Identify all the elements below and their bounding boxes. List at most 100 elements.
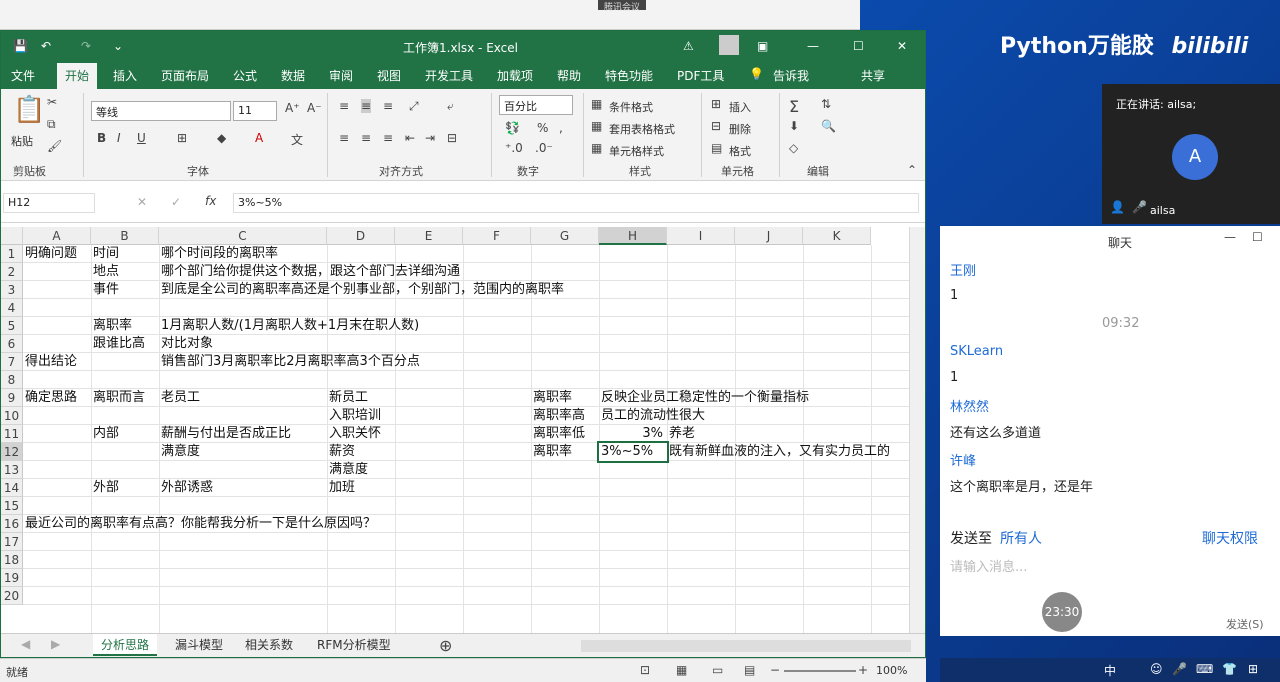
keyboard-icon[interactable]: ⌨ xyxy=(1196,662,1213,676)
conditional-format-button[interactable]: 条件格式 xyxy=(609,99,653,115)
send-button[interactable]: 发送(S) xyxy=(1226,616,1264,632)
cell-G12[interactable]: 离职率 xyxy=(531,443,572,461)
merge-icon[interactable]: ⊟ xyxy=(447,131,457,145)
font-color-icon[interactable]: A xyxy=(255,131,263,145)
copy-icon[interactable]: ⧉ xyxy=(47,117,56,132)
align-bottom-icon[interactable]: ≡ xyxy=(383,99,393,113)
column-header-G[interactable]: G xyxy=(531,227,599,245)
column-header-D[interactable]: D xyxy=(327,227,395,245)
ime-indicator[interactable]: 中 xyxy=(1104,662,1116,679)
decrease-decimal-icon[interactable]: .0⁻ xyxy=(535,141,553,155)
border-icon[interactable]: ⊞ xyxy=(177,131,187,145)
send-to-select[interactable]: 所有人 xyxy=(1000,528,1042,548)
page-break-view-icon[interactable]: ▤ xyxy=(744,663,755,677)
align-top-icon[interactable]: ≡ xyxy=(339,99,349,113)
zoom-in-icon[interactable]: + xyxy=(858,663,868,677)
column-header-K[interactable]: K xyxy=(803,227,871,245)
cell-C9[interactable]: 老员工 xyxy=(159,389,200,407)
row-header-17[interactable]: 17 xyxy=(1,533,23,551)
delete-cells-button[interactable]: 删除 xyxy=(729,121,751,137)
meeting-tab[interactable]: 腾讯会议 xyxy=(598,0,647,13)
insert-function-icon[interactable]: fx xyxy=(205,194,216,208)
cell-D12[interactable]: 薪资 xyxy=(327,443,355,461)
menu-special[interactable]: 特色功能 xyxy=(605,67,653,84)
table-format-button[interactable]: 套用表格格式 xyxy=(609,121,675,137)
row-header-18[interactable]: 18 xyxy=(1,551,23,569)
menu-data[interactable]: 数据 xyxy=(281,67,305,84)
maximize-icon[interactable]: ☐ xyxy=(853,39,864,53)
clipboard-icon[interactable]: 📋 xyxy=(13,95,45,125)
underline-icon[interactable]: U xyxy=(137,131,146,145)
cell-A16[interactable]: 最近公司的离职率有点高？你能帮我分析一下是什么原因吗？ xyxy=(23,515,376,533)
fill-color-icon[interactable]: ◆ xyxy=(217,131,226,145)
cell-D11[interactable]: 入职关怀 xyxy=(327,425,381,443)
emoji-icon[interactable]: ☺ xyxy=(1150,662,1163,676)
align-right-icon[interactable]: ≡ xyxy=(383,131,393,145)
menu-tell-me[interactable]: 告诉我 xyxy=(773,67,809,84)
tray-microphone-icon[interactable]: 🎤 xyxy=(1172,662,1187,676)
cell-H11[interactable]: 3% xyxy=(599,425,667,443)
save-icon[interactable]: 💾 xyxy=(13,39,28,53)
format-cells-button[interactable]: 格式 xyxy=(729,143,751,159)
decrease-indent-icon[interactable]: ⇤ xyxy=(405,131,415,145)
cell-H10[interactable]: 员工的流动性很大 xyxy=(599,407,705,425)
cell-G11[interactable]: 离职率低 xyxy=(531,425,585,443)
cell-B9[interactable]: 离职而言 xyxy=(91,389,145,407)
formula-input[interactable]: 3%~5% xyxy=(233,193,919,213)
share-button[interactable]: 共享 xyxy=(861,67,885,84)
increase-indent-icon[interactable]: ⇥ xyxy=(425,131,435,145)
cell-D13[interactable]: 满意度 xyxy=(327,461,368,479)
fill-icon[interactable]: ⬇ xyxy=(789,119,799,133)
menu-pdf[interactable]: PDF工具 xyxy=(677,67,724,84)
row-header-8[interactable]: 8 xyxy=(1,371,23,389)
cell-A7[interactable]: 得出结论 xyxy=(23,353,77,371)
font-size-select[interactable]: 11 xyxy=(233,101,277,121)
row-header-19[interactable]: 19 xyxy=(1,569,23,587)
column-header-C[interactable]: C xyxy=(159,227,327,245)
shrink-font-icon[interactable]: A⁻ xyxy=(307,101,322,115)
paste-button[interactable]: 粘贴 xyxy=(11,133,33,149)
align-middle-icon[interactable]: ≡ xyxy=(361,99,372,113)
sheet-tab-0[interactable]: 分析思路 xyxy=(93,634,158,656)
row-header-15[interactable]: 15 xyxy=(1,497,23,515)
cell-C11[interactable]: 薪酬与付出是否成正比 xyxy=(159,425,291,443)
zoom-out-icon[interactable]: − xyxy=(770,663,780,677)
cell-B3[interactable]: 事件 xyxy=(91,281,119,299)
bold-icon[interactable]: B xyxy=(97,131,106,145)
prev-sheet-icon[interactable]: ◀ xyxy=(21,637,30,651)
cell-C7[interactable]: 销售部门3月离职率比2月离职率高3个百分点 xyxy=(159,353,420,371)
cut-icon[interactable]: ✂ xyxy=(47,95,57,109)
confirm-entry-icon[interactable]: ✓ xyxy=(171,195,181,209)
phonetic-icon[interactable]: 文 xyxy=(291,131,303,148)
align-center-icon[interactable]: ≡ xyxy=(361,131,371,145)
row-header-3[interactable]: 3 xyxy=(1,281,23,299)
cell-I11[interactable]: 养老 xyxy=(667,425,695,443)
wrap-text-icon[interactable]: ⤶ xyxy=(447,99,454,114)
menu-home[interactable]: 开始 xyxy=(57,63,98,89)
active-cell[interactable]: 3%~5% xyxy=(597,441,669,463)
autosum-icon[interactable]: Σ xyxy=(789,97,799,116)
cell-B11[interactable]: 内部 xyxy=(91,425,119,443)
account-avatar[interactable] xyxy=(719,35,739,55)
next-sheet-icon[interactable]: ▶ xyxy=(51,637,60,651)
column-header-I[interactable]: I xyxy=(667,227,735,245)
cell-G9[interactable]: 离职率 xyxy=(531,389,572,407)
collapse-ribbon-icon[interactable]: ⌃ xyxy=(907,163,917,177)
menu-formulas[interactable]: 公式 xyxy=(233,67,257,84)
cell-C14[interactable]: 外部诱惑 xyxy=(159,479,213,497)
menu-review[interactable]: 审阅 xyxy=(329,67,353,84)
row-header-7[interactable]: 7 xyxy=(1,353,23,371)
cell-style-button[interactable]: 单元格样式 xyxy=(609,143,664,159)
worksheet-grid[interactable]: A B C D E F G H I J K 1 2 3 4 5 6 7 8 9 10 11 12 13 14 15 16 17 18 19… xyxy=(1,227,909,633)
add-sheet-icon[interactable]: ⊕ xyxy=(439,636,452,655)
column-header-E[interactable]: E xyxy=(395,227,463,245)
accounting-format-icon[interactable]: 💱 xyxy=(505,121,520,135)
undo-icon[interactable]: ↶ xyxy=(41,39,51,53)
column-header-B[interactable]: B xyxy=(91,227,159,245)
cell-C6[interactable]: 对比对象 xyxy=(159,335,213,353)
sheet-tab-2[interactable]: 相关系数 xyxy=(237,634,301,656)
row-header-4[interactable]: 4 xyxy=(1,299,23,317)
vertical-scrollbar[interactable] xyxy=(909,227,925,633)
align-left-icon[interactable]: ≡ xyxy=(339,131,349,145)
number-format-select[interactable]: 百分比 xyxy=(499,95,573,115)
